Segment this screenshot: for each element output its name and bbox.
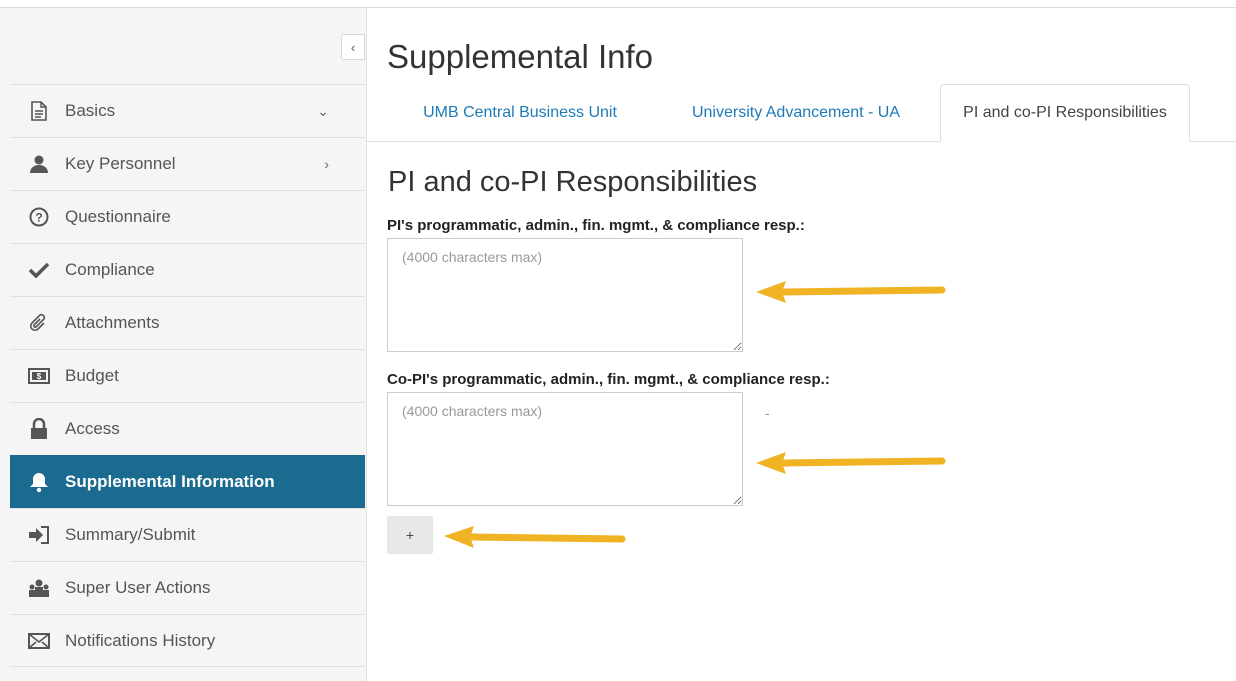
svg-text:?: ?: [35, 211, 42, 225]
tab-university-advancement[interactable]: University Advancement - UA: [664, 84, 928, 142]
document-icon: [27, 99, 51, 123]
sidebar-item-label: Summary/Submit: [65, 525, 196, 544]
sidebar-item-questionnaire[interactable]: ? Questionnaire: [10, 190, 365, 243]
sidebar-item-label: Super User Actions: [65, 578, 211, 597]
sidebar-item-super-user-actions[interactable]: Super User Actions: [10, 561, 365, 614]
sidebar-item-label: Key Personnel: [65, 154, 176, 173]
sidebar-item-notifications-history[interactable]: Notifications History: [10, 614, 365, 667]
sign-in-icon: [27, 523, 51, 547]
section-title: PI and co-PI Responsibilities: [388, 166, 758, 198]
annotation-arrow-3: [444, 526, 626, 548]
question-circle-icon: ?: [27, 205, 51, 229]
chevron-down-icon: ⌄: [317, 102, 329, 119]
sidebar-item-compliance[interactable]: Compliance: [10, 243, 365, 296]
dash-text: -: [765, 405, 770, 421]
pi-responsibilities-textarea[interactable]: [387, 238, 743, 352]
person-icon: [27, 152, 51, 176]
page-title: Supplemental Info: [387, 38, 654, 75]
sidebar: ‹ Basics ⌄ Key Personnel › ? Questionnai…: [0, 8, 367, 681]
bell-icon: [27, 470, 51, 494]
tab-umb-central-business-unit[interactable]: UMB Central Business Unit: [396, 84, 644, 142]
sidebar-item-supplemental-information[interactable]: Supplemental Information: [10, 455, 365, 508]
co-pi-responsibilities-label: Co-PI's programmatic, admin., fin. mgmt.…: [387, 371, 830, 388]
sidebar-item-label: Access: [65, 419, 120, 438]
annotation-arrow-2: [756, 452, 946, 474]
add-button[interactable]: +: [387, 516, 433, 554]
sidebar-item-label: Compliance: [65, 260, 155, 279]
chevron-left-icon: ‹: [350, 39, 356, 55]
annotation-arrow-1: [756, 281, 946, 303]
paperclip-icon: [27, 311, 51, 335]
sidebar-item-label: Notifications History: [65, 630, 216, 650]
tab-pi-co-pi-responsibilities[interactable]: PI and co-PI Responsibilities: [940, 84, 1190, 142]
sidebar-item-label: Attachments: [65, 313, 160, 332]
envelope-icon: [27, 629, 51, 653]
sidebar-item-label: Questionnaire: [65, 207, 171, 226]
checkmark-icon: [27, 258, 51, 282]
sidebar-item-attachments[interactable]: Attachments: [10, 296, 365, 349]
collapse-sidebar-button[interactable]: ‹: [341, 34, 365, 60]
co-pi-responsibilities-textarea[interactable]: [387, 392, 743, 506]
users-icon: [27, 576, 51, 600]
money-icon: $: [27, 364, 51, 388]
pi-responsibilities-label: PI's programmatic, admin., fin. mgmt., &…: [387, 217, 805, 234]
chevron-right-icon: ›: [324, 156, 329, 172]
sidebar-item-access[interactable]: Access: [10, 402, 365, 455]
svg-text:$: $: [37, 372, 42, 381]
sidebar-item-label: Supplemental Information: [65, 472, 275, 491]
sidebar-item-label: Basics: [65, 101, 116, 120]
lock-icon: [27, 417, 51, 441]
tab-bar: UMB Central Business Unit University Adv…: [366, 84, 1236, 142]
sidebar-item-key-personnel[interactable]: Key Personnel ›: [10, 137, 365, 190]
sidebar-item-summary-submit[interactable]: Summary/Submit: [10, 508, 365, 561]
sidebar-item-budget[interactable]: $ Budget: [10, 349, 365, 402]
sidebar-item-basics[interactable]: Basics ⌄: [10, 84, 365, 137]
sidebar-nav: Basics ⌄ Key Personnel › ? Questionnaire…: [10, 84, 365, 667]
sidebar-item-label: Budget: [65, 366, 119, 385]
